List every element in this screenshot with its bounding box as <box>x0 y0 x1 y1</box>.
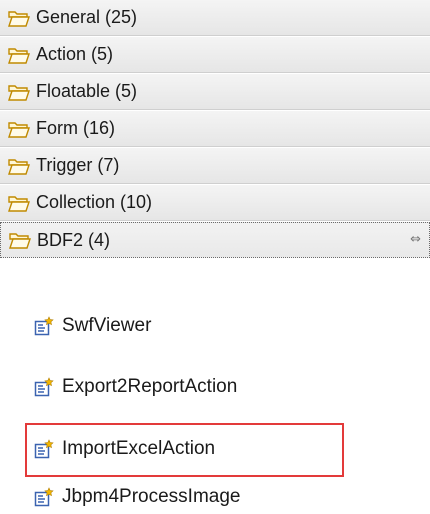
drawer-label: BDF2 (4) <box>37 229 111 250</box>
drawer-general[interactable]: General (25) <box>0 0 430 36</box>
drawer-label: Collection (10) <box>36 192 153 212</box>
drawer-label: Action (5) <box>36 44 114 64</box>
pin-drawer-icon[interactable]: ⇔ <box>410 232 421 247</box>
tool-label: Export2ReportAction <box>62 376 238 397</box>
component-icon <box>34 487 54 507</box>
component-icon <box>34 316 54 336</box>
drawer-label: Form (16) <box>36 118 116 138</box>
folder-open-icon <box>8 195 30 212</box>
tool-label: ImportExcelAction <box>62 438 216 459</box>
drawer-trigger[interactable]: Trigger (7) <box>0 148 430 184</box>
tool-label: SwfViewer <box>62 315 152 336</box>
drawer-label: Trigger (7) <box>36 155 120 175</box>
folder-open-icon <box>8 158 30 175</box>
drawer-label: General (25) <box>36 7 138 27</box>
drawer-floatable[interactable]: Floatable (5) <box>0 74 430 110</box>
drawer-label: Floatable (5) <box>36 81 138 101</box>
folder-open-icon <box>9 233 31 249</box>
drawer-action[interactable]: Action (5) <box>0 37 430 73</box>
folder-open-icon <box>8 84 30 101</box>
tool-export2reportaction[interactable]: Export2ReportAction <box>34 372 237 402</box>
component-icon <box>34 377 54 397</box>
drawer-form[interactable]: Form (16) <box>0 111 430 147</box>
tool-label: Jbpm4ProcessImage <box>62 486 241 507</box>
folder-open-icon <box>8 47 30 64</box>
component-icon <box>34 439 54 459</box>
drawer-bdf2[interactable]: BDF2 (4) ⇔ <box>0 222 430 258</box>
folder-open-icon <box>8 10 30 27</box>
tool-swfviewer[interactable]: SwfViewer <box>34 311 151 341</box>
folder-open-icon <box>8 121 30 138</box>
drawer-collection[interactable]: Collection (10) <box>0 185 430 221</box>
component-palette: General (25) Action (5) Floatable (5) Fo… <box>0 0 430 514</box>
tool-importexcelaction[interactable]: ImportExcelAction <box>34 434 215 464</box>
tool-jbpm4processimage[interactable]: Jbpm4ProcessImage <box>34 482 240 512</box>
